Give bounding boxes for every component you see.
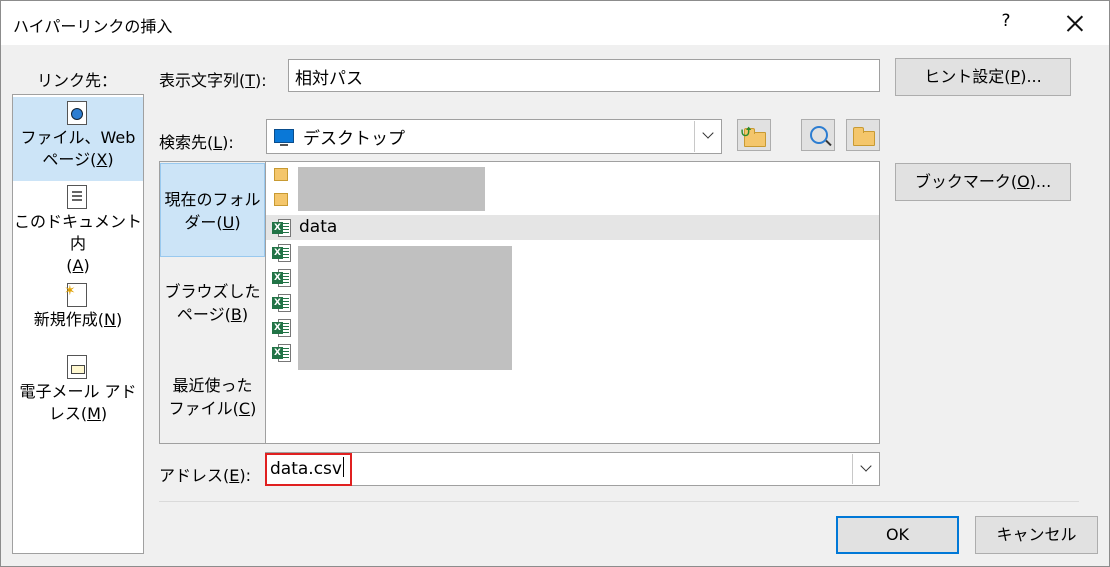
link-to-new-document[interactable]: ✶ 新規作成(N) bbox=[13, 279, 143, 339]
bookmark-button[interactable]: ブックマーク(O)... bbox=[895, 163, 1071, 201]
redacted-area bbox=[298, 167, 485, 211]
redacted-area bbox=[298, 246, 512, 370]
address-label: アドレス(E): bbox=[159, 466, 251, 485]
address-input[interactable]: data.csv bbox=[265, 452, 880, 486]
separator bbox=[159, 501, 1079, 502]
folder-icon bbox=[274, 168, 288, 181]
excel-file-icon: X bbox=[272, 218, 292, 238]
new-document-icon: ✶ bbox=[64, 283, 89, 309]
ok-button[interactable]: OK bbox=[836, 516, 959, 554]
excel-file-icon: X bbox=[272, 318, 292, 338]
document-icon bbox=[67, 185, 89, 211]
display-text-input[interactable]: 相対パス bbox=[288, 59, 880, 92]
excel-file-icon: X bbox=[272, 268, 292, 288]
display-text-label: 表示文字列(T): bbox=[159, 71, 267, 90]
link-to-panel: ファイル、Web ページ(X) このドキュメント内 (A) ✶ 新規作成(N) … bbox=[12, 94, 144, 554]
email-icon bbox=[67, 355, 89, 381]
excel-file-icon: X bbox=[272, 243, 292, 263]
folder-nav-panel: 現在のフォル ダー(U) ブラウズした ページ(B) 最近使った ファイル(C) bbox=[159, 161, 266, 444]
up-one-folder-button[interactable]: ⮍ bbox=[737, 119, 771, 151]
close-button[interactable] bbox=[1059, 7, 1091, 39]
help-button[interactable]: ? bbox=[995, 11, 1017, 31]
chevron-down-icon bbox=[695, 121, 721, 151]
link-to-label: リンク先： bbox=[37, 71, 118, 90]
open-folder-icon bbox=[853, 127, 875, 146]
browse-web-icon bbox=[810, 126, 828, 144]
link-to-existing-file-line1: ファイル、Web bbox=[20, 128, 136, 147]
browsed-pages-tab[interactable]: ブラウズした ページ(B) bbox=[160, 258, 265, 350]
window-title: ハイパーリンクの挿入 bbox=[13, 17, 173, 36]
excel-file-icon: X bbox=[272, 343, 292, 363]
desktop-icon bbox=[274, 129, 294, 146]
text-caret bbox=[342, 457, 344, 477]
list-item-data[interactable]: X data bbox=[266, 215, 879, 240]
excel-file-icon: X bbox=[272, 293, 292, 313]
look-in-select[interactable]: デスクトップ bbox=[266, 119, 722, 154]
recent-files-tab[interactable]: 最近使った ファイル(C) bbox=[160, 350, 265, 442]
link-to-this-document[interactable]: このドキュメント内 (A) bbox=[13, 181, 143, 275]
chevron-down-icon bbox=[853, 454, 879, 484]
look-in-dropdown-button[interactable] bbox=[694, 121, 720, 152]
link-to-email-address[interactable]: 電子メール アド レス(M) bbox=[13, 351, 143, 435]
cancel-button[interactable]: キャンセル bbox=[975, 516, 1098, 554]
folder-icon bbox=[274, 193, 288, 206]
web-page-icon bbox=[67, 101, 89, 127]
screen-tip-button[interactable]: ヒント設定(P)... bbox=[895, 58, 1071, 96]
browse-file-button[interactable] bbox=[846, 119, 880, 151]
look-in-label: 検索先(L): bbox=[159, 133, 234, 152]
title-bar: ハイパーリンクの挿入 ? bbox=[1, 1, 1109, 45]
current-folder-tab[interactable]: 現在のフォル ダー(U) bbox=[160, 163, 265, 257]
browse-web-button[interactable] bbox=[801, 119, 835, 151]
hyperlink-dialog: ハイパーリンクの挿入 ? リンク先： ファイル、Web ページ(X) このドキュ… bbox=[0, 0, 1110, 567]
link-to-existing-file[interactable]: ファイル、Web ページ(X) bbox=[13, 97, 143, 181]
address-dropdown-button[interactable] bbox=[852, 454, 878, 484]
file-list[interactable]: X data X X X X X bbox=[265, 161, 880, 444]
